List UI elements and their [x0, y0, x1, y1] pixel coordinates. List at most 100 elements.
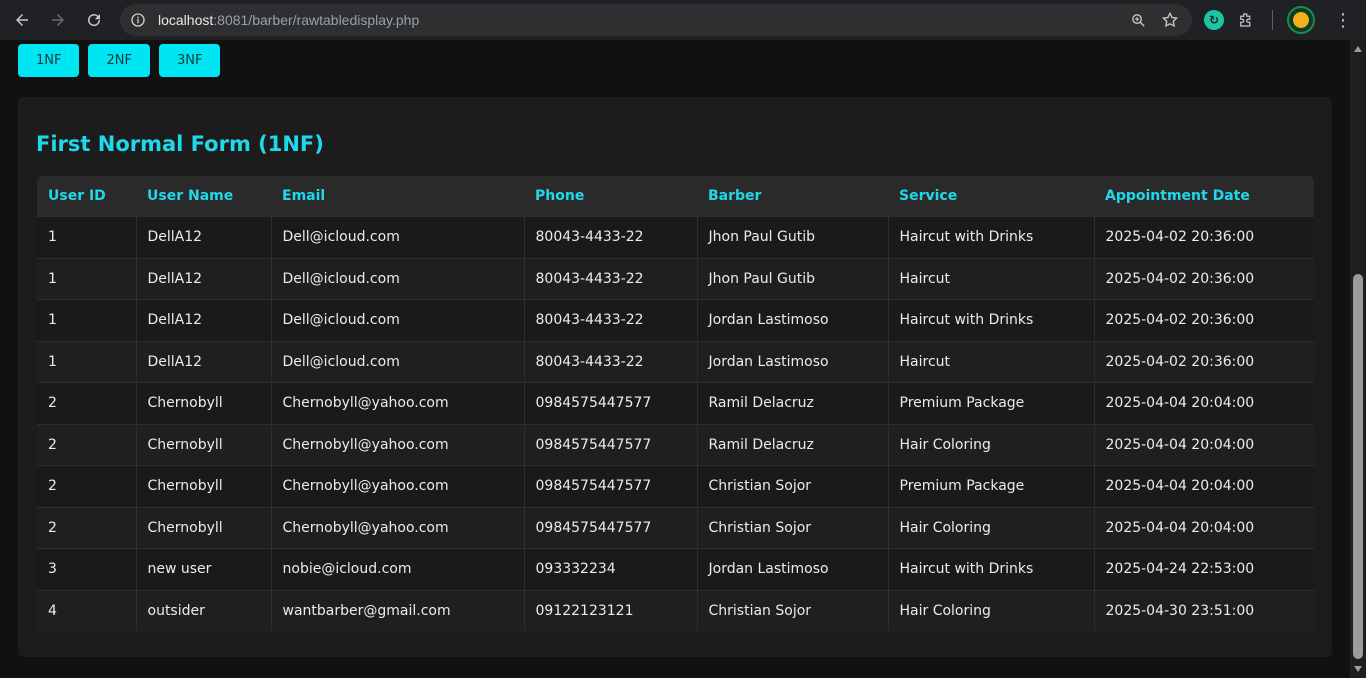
cell-user-name: DellA12 [136, 340, 272, 383]
scrollbar-thumb[interactable] [1353, 274, 1363, 659]
cell-service: Hair Coloring [888, 423, 1095, 466]
2nf-button[interactable]: 2NF [88, 44, 150, 77]
cell-phone: 80043-4433-22 [524, 299, 698, 341]
cell-user-id: 1 [37, 216, 137, 258]
table-row: 1 DellA12 Dell@icloud.com 80043-4433-22 … [37, 216, 1314, 258]
cell-phone: 0984575447577 [524, 465, 698, 507]
cell-user-id: 2 [37, 423, 137, 466]
scroll-up-arrow-icon[interactable] [1354, 46, 1362, 52]
cell-user-name: DellA12 [136, 299, 272, 341]
url-text[interactable]: localhost:8081/barber/rawtabledisplay.ph… [158, 12, 419, 28]
cell-email: Chernobyll@yahoo.com [271, 506, 525, 549]
section-title: First Normal Form (1NF) [36, 132, 324, 156]
table-row: 2 Chernobyll Chernobyll@yahoo.com 098457… [37, 465, 1314, 507]
cell-barber: Christian Sojor [697, 506, 889, 549]
extensions-puzzle-icon[interactable] [1234, 8, 1258, 32]
cell-email: Dell@icloud.com [271, 340, 525, 383]
cell-email: Chernobyll@yahoo.com [271, 465, 525, 507]
site-info-icon[interactable] [126, 8, 150, 32]
header-user-name: User Name [136, 176, 271, 217]
cell-email: wantbarber@gmail.com [271, 589, 525, 631]
cell-service: Haircut with Drinks [888, 548, 1095, 590]
table-row: 1 DellA12 Dell@icloud.com 80043-4433-22 … [37, 299, 1314, 341]
cell-phone: 093332234 [524, 548, 698, 590]
cell-barber: Jordan Lastimoso [697, 299, 889, 341]
cell-barber: Jhon Paul Gutib [697, 216, 889, 258]
cell-service: Haircut [888, 257, 1095, 300]
cell-service: Hair Coloring [888, 506, 1095, 549]
cell-user-id: 2 [37, 382, 137, 424]
cell-user-name: Chernobyll [136, 506, 272, 549]
address-bar[interactable]: localhost:8081/barber/rawtabledisplay.ph… [120, 4, 1192, 36]
cell-phone: 80043-4433-22 [524, 340, 698, 383]
cell-barber: Christian Sojor [697, 465, 889, 507]
header-user-id: User ID [37, 176, 136, 217]
cell-user-name: Chernobyll [136, 423, 272, 466]
menu-dots-icon[interactable]: ⋮ [1331, 8, 1355, 32]
cell-user-id: 1 [37, 299, 137, 341]
cell-phone: 0984575447577 [524, 506, 698, 549]
cell-appointment-date: 2025-04-04 20:04:00 [1094, 382, 1314, 424]
cell-user-id: 1 [37, 340, 137, 383]
table-row: 1 DellA12 Dell@icloud.com 80043-4433-22 … [37, 340, 1314, 383]
bookmark-star-icon[interactable] [1158, 8, 1182, 32]
cell-service: Haircut with Drinks [888, 299, 1095, 341]
normal-form-buttons: 1NF 2NF 3NF [18, 44, 221, 77]
cell-appointment-date: 2025-04-02 20:36:00 [1094, 299, 1314, 341]
cell-email: Dell@icloud.com [271, 299, 525, 341]
cell-phone: 09122123121 [524, 589, 698, 631]
3nf-button[interactable]: 3NF [158, 44, 221, 77]
cell-service: Haircut with Drinks [888, 216, 1095, 258]
cell-user-id: 2 [37, 506, 137, 549]
cell-barber: Jordan Lastimoso [697, 548, 889, 590]
cell-appointment-date: 2025-04-02 20:36:00 [1094, 216, 1314, 258]
cell-appointment-date: 2025-04-04 20:04:00 [1094, 506, 1314, 549]
scroll-down-arrow-icon[interactable] [1354, 666, 1362, 672]
cell-email: Chernobyll@yahoo.com [271, 382, 525, 424]
cell-user-id: 4 [37, 589, 137, 631]
header-service: Service [888, 176, 1094, 217]
table-row: 1 DellA12 Dell@icloud.com 80043-4433-22 … [37, 257, 1314, 300]
extension-sync-icon[interactable]: ↻ [1204, 10, 1224, 30]
cell-user-id: 3 [37, 548, 137, 590]
cell-user-id: 2 [37, 465, 137, 507]
cell-barber: Ramil Delacruz [697, 382, 889, 424]
table-row: 2 Chernobyll Chernobyll@yahoo.com 098457… [37, 423, 1314, 466]
cell-service: Premium Package [888, 382, 1095, 424]
table-row: 4 outsider wantbarber@gmail.com 09122123… [37, 589, 1314, 631]
cell-service: Premium Package [888, 465, 1095, 507]
back-arrow-icon[interactable] [8, 6, 36, 34]
cell-appointment-date: 2025-04-02 20:36:00 [1094, 340, 1314, 383]
1nf-button[interactable]: 1NF [18, 44, 80, 77]
cell-email: Dell@icloud.com [271, 257, 525, 300]
url-host: localhost [158, 12, 214, 28]
forward-arrow-icon[interactable] [44, 6, 72, 34]
browser-toolbar: localhost:8081/barber/rawtabledisplay.ph… [0, 0, 1366, 40]
cell-phone: 80043-4433-22 [524, 257, 698, 300]
header-email: Email [271, 176, 524, 217]
profile-avatar[interactable] [1287, 6, 1315, 34]
cell-appointment-date: 2025-04-04 20:04:00 [1094, 465, 1314, 507]
cell-barber: Jordan Lastimoso [697, 340, 889, 383]
cell-email: nobie@icloud.com [271, 548, 525, 590]
cell-user-name: Chernobyll [136, 465, 272, 507]
cell-appointment-date: 2025-04-24 22:53:00 [1094, 548, 1314, 590]
cell-phone: 80043-4433-22 [524, 216, 698, 258]
cell-user-name: outsider [136, 589, 272, 631]
cell-service: Hair Coloring [888, 589, 1095, 631]
cell-phone: 0984575447577 [524, 423, 698, 466]
cell-user-name: Chernobyll [136, 382, 272, 424]
zoom-icon[interactable] [1126, 8, 1150, 32]
data-table: User ID User Name Email Phone Barber Ser… [37, 176, 1314, 631]
cell-barber: Ramil Delacruz [697, 423, 889, 466]
cell-barber: Christian Sojor [697, 589, 889, 631]
url-path: :8081/barber/rawtabledisplay.php [213, 12, 420, 28]
cell-appointment-date: 2025-04-02 20:36:00 [1094, 257, 1314, 300]
cell-user-name: DellA12 [136, 216, 272, 258]
reload-icon[interactable] [80, 6, 108, 34]
vertical-scrollbar[interactable] [1350, 40, 1366, 678]
header-appointment-date: Appointment Date [1094, 176, 1314, 217]
cell-email: Dell@icloud.com [271, 216, 525, 258]
table-row: 2 Chernobyll Chernobyll@yahoo.com 098457… [37, 506, 1314, 549]
cell-service: Haircut [888, 340, 1095, 383]
